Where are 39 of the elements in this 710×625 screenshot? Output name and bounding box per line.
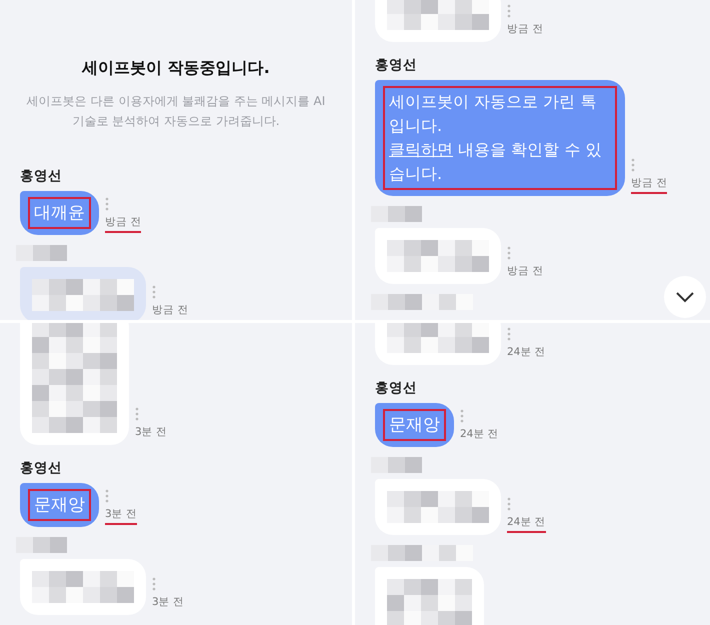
message-time: 24분 전 bbox=[460, 427, 499, 442]
more-icon[interactable] bbox=[460, 409, 464, 423]
message-time: 24분 전 bbox=[507, 345, 546, 360]
pixelated-name bbox=[16, 537, 67, 553]
reveal-link[interactable]: 클릭하면 bbox=[389, 140, 453, 159]
message-time: 방금 전 bbox=[105, 215, 142, 233]
notice-title: 세이프봇이 작동중입니다. bbox=[82, 58, 270, 79]
hidden-message-notice[interactable]: 세이프봇이 자동으로 가린 톡입니다. 클릭하면 내용을 확인할 수 있습니다. bbox=[383, 86, 617, 190]
more-icon[interactable] bbox=[152, 285, 156, 299]
message-text: 대깨윤 bbox=[28, 197, 91, 229]
message-time: 24분 전 bbox=[507, 515, 546, 533]
message-time: 3분 전 bbox=[152, 595, 184, 610]
more-icon[interactable] bbox=[105, 489, 109, 503]
more-icon[interactable] bbox=[105, 197, 109, 211]
scroll-down-button[interactable] bbox=[664, 276, 706, 318]
notice-text: 세이프봇은 다른 이용자에게 불쾌감을 주는 메시지를 AI 기술로 분석하여 자동으로 가려줍니다. bbox=[26, 93, 326, 130]
message-time: 3분 전 bbox=[105, 507, 138, 525]
pixelated-name bbox=[371, 206, 422, 222]
message-time: 방금 전 bbox=[631, 176, 668, 194]
more-icon[interactable] bbox=[135, 407, 139, 421]
message-time: 방금 전 bbox=[152, 303, 188, 318]
message-time: 방금 전 bbox=[507, 264, 544, 279]
sender-name: 홍영선 bbox=[20, 167, 63, 185]
sender-name: 홍영선 bbox=[375, 379, 418, 397]
pixelated-name bbox=[16, 245, 67, 261]
more-icon[interactable] bbox=[507, 246, 511, 260]
message-time: 방금 전 bbox=[507, 22, 544, 37]
message-text: 문재앙 bbox=[383, 409, 446, 441]
sender-name: 홍영선 bbox=[375, 56, 418, 74]
more-icon[interactable] bbox=[507, 4, 511, 18]
more-icon[interactable] bbox=[507, 327, 511, 341]
more-icon[interactable] bbox=[152, 577, 156, 591]
more-icon[interactable] bbox=[631, 158, 635, 172]
chevron-down-icon bbox=[675, 291, 695, 303]
pixelated-name bbox=[371, 457, 422, 473]
message-time: 3분 전 bbox=[135, 425, 168, 440]
more-icon[interactable] bbox=[507, 497, 511, 511]
message-text: 문재앙 bbox=[28, 489, 91, 521]
sender-name: 홍영선 bbox=[20, 459, 63, 477]
